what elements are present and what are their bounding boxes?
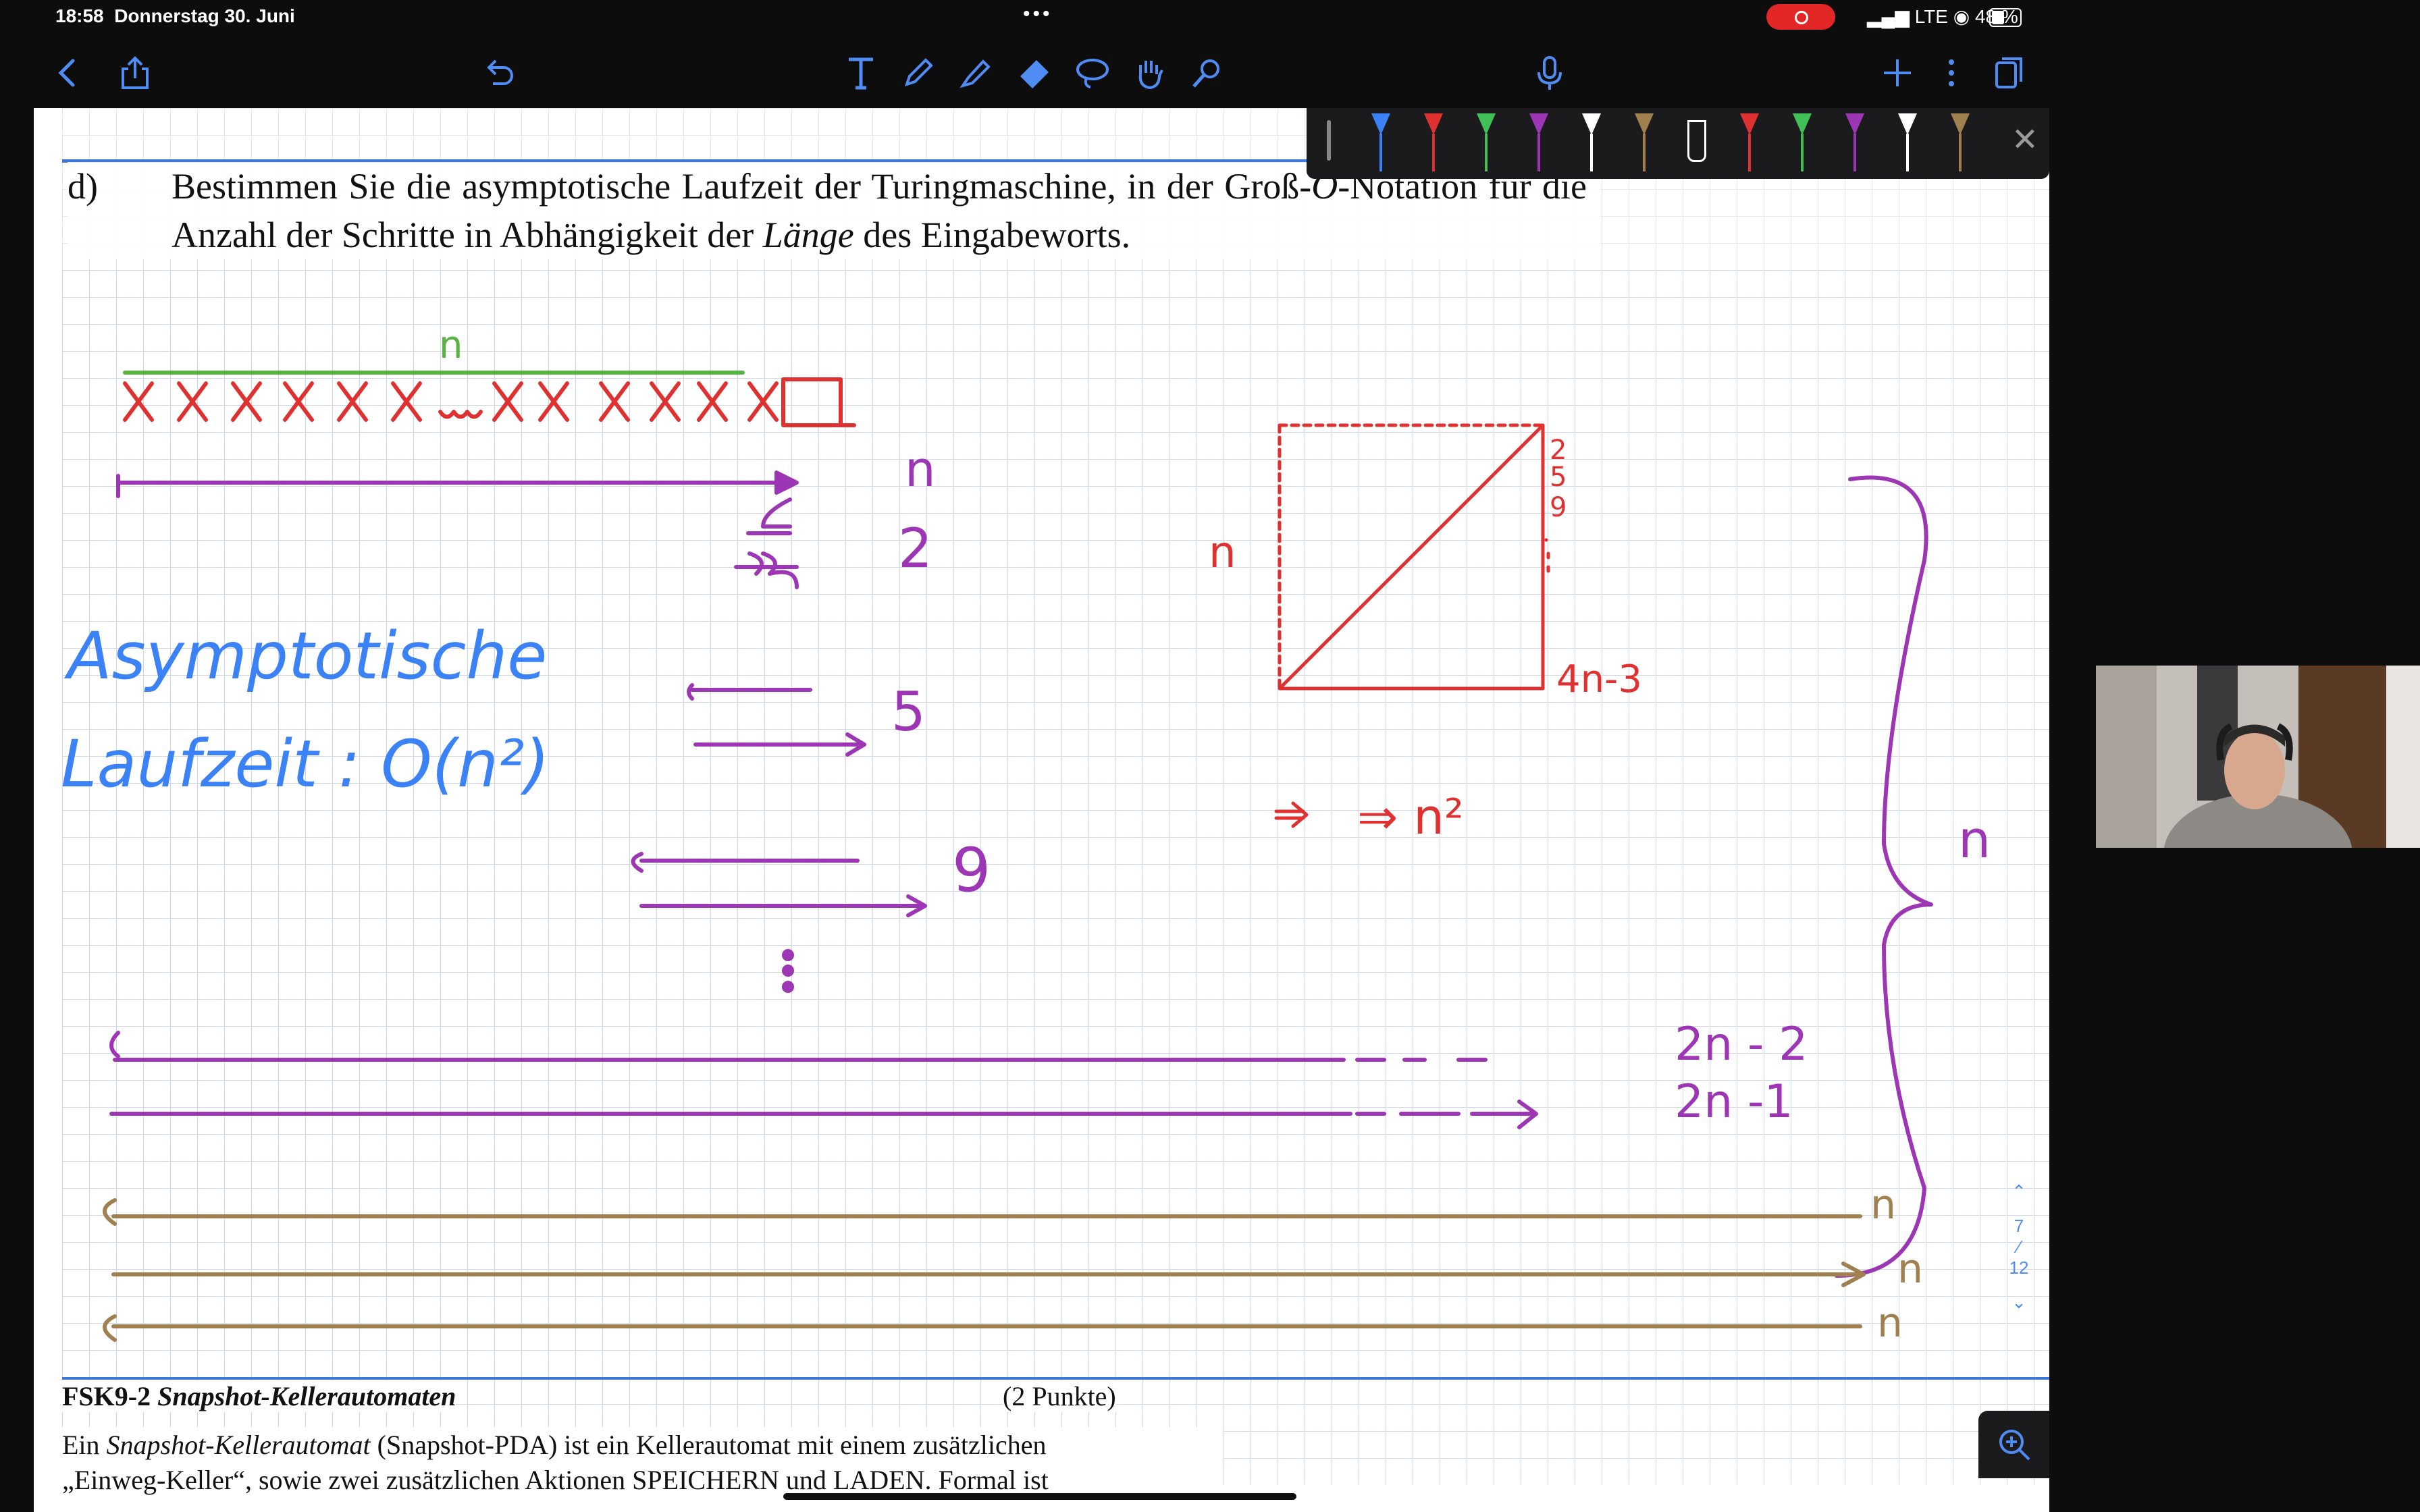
hw-n-top: n — [439, 323, 463, 367]
pen-purple[interactable] — [1525, 113, 1552, 171]
hw-brown-n-2: n — [1897, 1245, 1923, 1293]
hw-five: 5 — [891, 680, 926, 743]
section-text: Ein Snapshot-Kellerautomat (Snapshot-PDA… — [62, 1428, 1224, 1498]
pen-white[interactable] — [1578, 113, 1605, 171]
status-time: 18:58 Donnerstag 30. Juni — [55, 5, 295, 26]
section-title: FSK9-2 Snapshot-Kellerautomaten — [62, 1380, 456, 1412]
app-toolbar — [34, 40, 2053, 108]
hw-2n-1: 2n -1 — [1675, 1075, 1793, 1129]
hand-icon[interactable] — [1129, 53, 1169, 93]
chevron-left-icon[interactable] — [47, 53, 88, 93]
chevron-down-icon[interactable]: ⌄ — [1995, 1292, 2043, 1313]
purple-passes — [109, 470, 1933, 1278]
undo-icon[interactable] — [479, 53, 520, 93]
page-total: 12 — [2009, 1258, 2029, 1278]
hw-nine: 9 — [952, 835, 991, 906]
webcam-person-image — [2096, 666, 2420, 848]
zoom-icon[interactable] — [1978, 1411, 2049, 1478]
hw-laufzeit: Laufzeit : O(n²) — [61, 726, 550, 802]
hw-n-right: n — [905, 441, 936, 497]
tape-cells — [123, 377, 856, 427]
brown-passes — [103, 1198, 1866, 1342]
pen-icon[interactable] — [898, 53, 939, 93]
highlighter-red[interactable] — [1736, 113, 1763, 171]
highlighter-white-selected[interactable] — [1683, 113, 1710, 171]
text-tool-icon[interactable] — [841, 53, 881, 93]
eraser-icon[interactable] — [1014, 53, 1055, 93]
pen-blue[interactable] — [1367, 113, 1394, 171]
plus-icon[interactable] — [1877, 53, 1918, 93]
share-icon[interactable] — [115, 53, 155, 93]
battery-icon — [1989, 8, 2022, 27]
section-rule-bottom — [62, 1377, 2049, 1380]
microphone-icon[interactable] — [1529, 53, 1570, 93]
triangle-diagram — [1274, 423, 1550, 828]
palette-drag-handle[interactable] — [1327, 120, 1331, 161]
screen-recording-indicator[interactable] — [1766, 4, 1835, 30]
hw-brown-n-1: n — [1870, 1181, 1896, 1228]
highlighter-icon[interactable] — [955, 53, 996, 93]
hw-triangle-n: n — [1209, 528, 1236, 578]
pen-brown[interactable] — [1631, 113, 1658, 171]
pages-icon[interactable] — [1989, 53, 2029, 93]
chevron-up-icon[interactable]: ⌃ — [1995, 1181, 2043, 1202]
pen-palette: ✕ — [1307, 108, 2049, 179]
hw-implies: ⇒ n² — [1357, 788, 1464, 845]
hw-triangle-side-3: 9 — [1550, 492, 1567, 523]
multitasking-dots-icon[interactable]: ••• — [1023, 3, 1053, 26]
hw-asymptotische: Asymptotische — [63, 618, 547, 694]
more-icon[interactable] — [1931, 53, 1972, 93]
highlighter-purple[interactable] — [1841, 113, 1868, 171]
highlighter-white[interactable] — [1894, 113, 1921, 171]
page-current: 7 — [2014, 1216, 2024, 1236]
highlighter-green[interactable] — [1789, 113, 1816, 171]
hw-triangle-bottom: 4n-3 — [1556, 657, 1642, 701]
close-icon[interactable]: ✕ — [2011, 123, 2038, 157]
status-bar: 18:58 Donnerstag 30. Juni ••• ▂▄▆ LTE ◉ … — [0, 0, 2053, 35]
hw-brace-n: n — [1958, 809, 1991, 869]
laser-pointer-icon[interactable] — [1187, 53, 1228, 93]
page-counter[interactable]: ⌃ 7 ⁄ 12 ⌄ — [1995, 1181, 2043, 1313]
highlighter-brown[interactable] — [1947, 113, 1974, 171]
handwriting-layer: n n 2 5 9 Asymptotische Laufzeit : O(n²)… — [61, 323, 1991, 1347]
hw-two: 2 — [898, 517, 932, 580]
hw-triangle-side-2: 5 — [1550, 462, 1567, 493]
pen-green[interactable] — [1473, 113, 1500, 171]
section-points: (2 Punkte) — [1003, 1380, 1116, 1412]
hw-2n-2: 2n - 2 — [1675, 1018, 1808, 1071]
pen-red[interactable] — [1420, 113, 1447, 171]
hw-brown-n-3: n — [1877, 1299, 1903, 1347]
webcam-overlay — [2096, 666, 2420, 848]
home-indicator[interactable] — [783, 1493, 1296, 1500]
document-page[interactable]: d) Bestimmen Sie die asymptotische Laufz… — [34, 108, 2049, 1512]
lasso-icon[interactable] — [1072, 53, 1113, 93]
